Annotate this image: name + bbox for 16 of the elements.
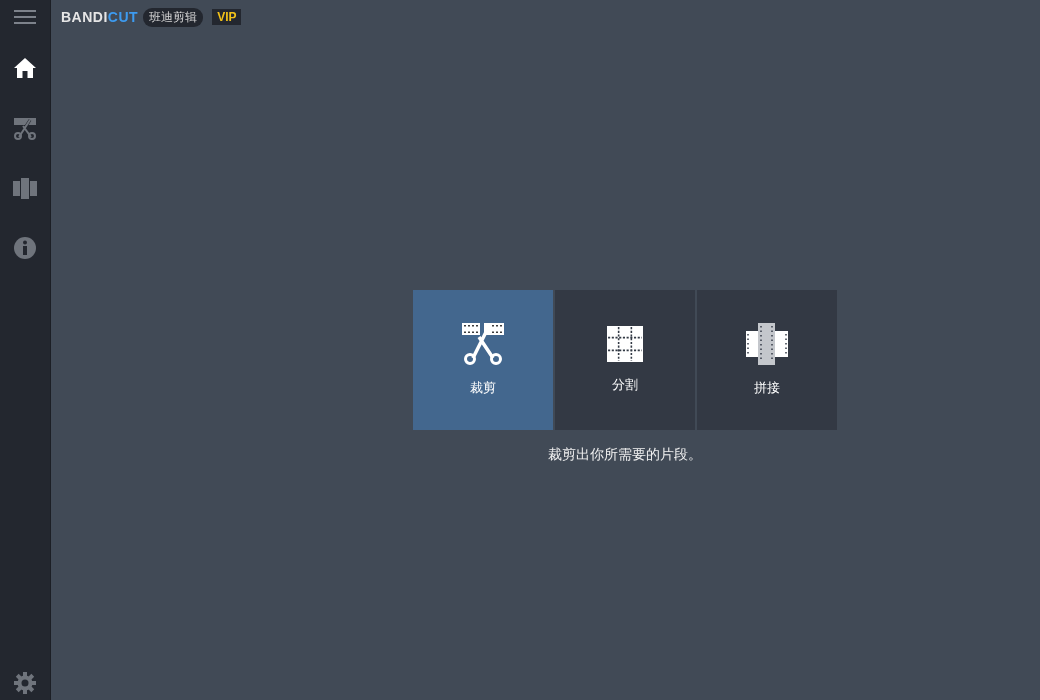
settings-icon[interactable] — [14, 672, 36, 694]
info-icon[interactable] — [11, 234, 39, 262]
grid-icon — [607, 326, 643, 362]
product-name-badge: 班迪剪辑 — [143, 7, 204, 27]
join-tile[interactable]: 拼接 — [697, 290, 837, 430]
tile-label: 分割 — [612, 376, 638, 394]
menu-icon[interactable] — [14, 9, 36, 25]
scissors-film-icon — [462, 323, 504, 365]
description-text: 裁剪出你所需要的片段。 — [547, 446, 703, 464]
film-strips-icon — [746, 323, 788, 365]
split-tile[interactable]: 分割 — [555, 290, 695, 430]
vip-badge[interactable]: VIP — [212, 9, 242, 25]
logo-text: BANDICUT — [61, 9, 139, 25]
cut-tile[interactable]: 裁剪 — [413, 290, 553, 430]
tile-label: 拼接 — [754, 379, 780, 397]
tile-label: 裁剪 — [470, 379, 496, 397]
